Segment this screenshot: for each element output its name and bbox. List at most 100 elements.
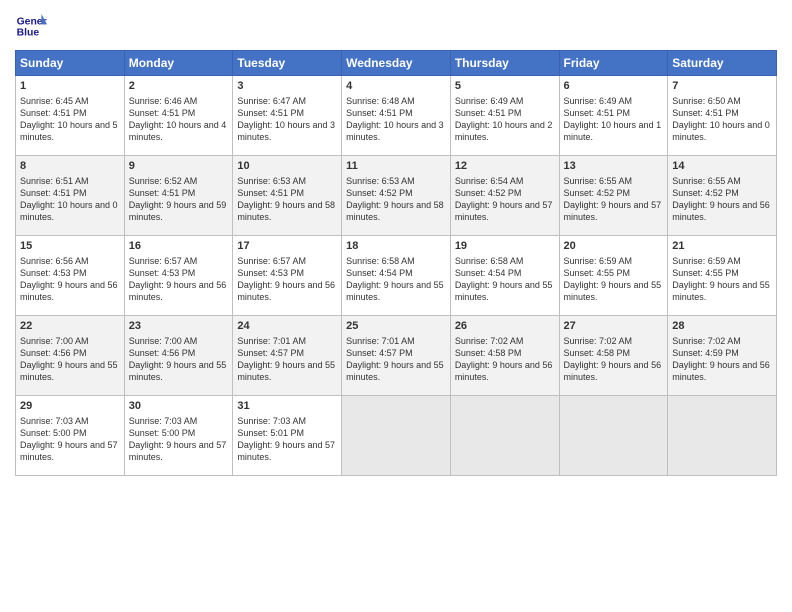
calendar-header-row: SundayMondayTuesdayWednesdayThursdayFrid… [16,51,777,76]
sunrise-label: Sunrise: 6:51 AM [20,176,89,186]
sunrise-label: Sunrise: 7:00 AM [129,336,198,346]
day-cell-8: 8Sunrise: 6:51 AMSunset: 4:51 PMDaylight… [16,156,125,236]
sunset-label: Sunset: 4:52 PM [564,188,631,198]
day-number: 7 [672,79,772,94]
day-cell-28: 28 Sunrise: 7:02 AM Sunset: 4:59 PM Dayligh… [668,316,777,396]
col-header-tuesday: Tuesday [233,51,342,76]
daylight-label: Daylight: 10 hours and 0 minutes. [20,200,118,222]
day-cell-31: 31 Sunrise: 7:03 AM Sunset: 5:01 PM Dayligh… [233,396,342,476]
sunrise-label: Sunrise: 6:49 AM [564,96,633,106]
day-number: 30 [129,399,229,414]
sunset-label: Sunset: 4:53 PM [20,268,87,278]
daylight-label: Daylight: 9 hours and 55 minutes. [455,280,553,302]
daylight-label: Daylight: 9 hours and 57 minutes. [564,200,662,222]
sunset-label: Sunset: 4:59 PM [672,348,739,358]
day-number: 27 [564,319,664,334]
col-header-sunday: Sunday [16,51,125,76]
day-number: 11 [346,159,446,174]
sunset-label: Sunset: 4:52 PM [455,188,522,198]
sunrise-label: Sunrise: 6:46 AM [129,96,198,106]
day-number: 16 [129,239,229,254]
day-cell-17: 17Sunrise: 6:57 AMSunset: 4:53 PMDayligh… [233,236,342,316]
day-cell-25: 25Sunrise: 7:01 AMSunset: 4:57 PMDayligh… [342,316,451,396]
day-number: 4 [346,79,446,94]
sunset-label: Sunset: 4:51 PM [564,108,631,118]
sunset-label: Sunset: 4:56 PM [20,348,87,358]
day-number: 24 [237,319,337,334]
day-cell-3: 3Sunrise: 6:47 AMSunset: 4:51 PMDaylight… [233,76,342,156]
day-number: 14 [672,159,772,174]
day-cell-4: 4Sunrise: 6:48 AMSunset: 4:51 PMDaylight… [342,76,451,156]
day-number: 17 [237,239,337,254]
day-number: 1 [20,79,120,94]
daylight-label: Daylight: 9 hours and 56 minutes. [672,360,770,382]
empty-cell [450,396,559,476]
day-number: 13 [564,159,664,174]
day-number: 5 [455,79,555,94]
day-cell-29: 29Sunrise: 7:03 AMSunset: 5:00 PMDayligh… [16,396,125,476]
empty-cell [559,396,668,476]
sunset-label: Sunset: 4:57 PM [237,348,304,358]
sunset-label: Sunset: 4:52 PM [672,188,739,198]
week-row-3: 15 Sunrise: 6:56 AM Sunset: 4:53 PM Dayligh… [16,236,777,316]
daylight-label: Daylight: 9 hours and 57 minutes. [20,440,118,462]
day-cell-14: 14Sunrise: 6:55 AMSunset: 4:52 PMDayligh… [668,156,777,236]
daylight-label: Daylight: 9 hours and 55 minutes. [346,360,444,382]
day-number: 23 [129,319,229,334]
sunrise-label: Sunrise: 6:56 AM [20,256,89,266]
sunrise-label: Sunrise: 6:59 AM [564,256,633,266]
day-number: 28 [672,319,772,334]
sunset-label: Sunset: 4:51 PM [237,188,304,198]
sunset-label: Sunset: 4:51 PM [129,108,196,118]
day-number: 15 [20,239,120,254]
day-cell-12: 12Sunrise: 6:54 AMSunset: 4:52 PMDayligh… [450,156,559,236]
day-cell-27: 27Sunrise: 7:02 AMSunset: 4:58 PMDayligh… [559,316,668,396]
sunset-label: Sunset: 4:51 PM [672,108,739,118]
daylight-label: Daylight: 9 hours and 58 minutes. [346,200,444,222]
sunset-label: Sunset: 5:01 PM [237,428,304,438]
daylight-label: Daylight: 10 hours and 5 minutes. [20,120,118,142]
sunrise-label: Sunrise: 6:59 AM [672,256,741,266]
day-number: 31 [237,399,337,414]
sunrise-label: Sunrise: 7:01 AM [346,336,415,346]
day-number: 20 [564,239,664,254]
sunrise-label: Sunrise: 6:58 AM [455,256,524,266]
sunrise-label: Sunrise: 7:01 AM [237,336,306,346]
daylight-label: Daylight: 9 hours and 57 minutes. [455,200,553,222]
sunrise-label: Sunrise: 7:00 AM [20,336,89,346]
sunrise-label: Sunrise: 7:03 AM [237,416,306,426]
week-row-4: 22Sunrise: 7:00 AMSunset: 4:56 PMDayligh… [16,316,777,396]
day-number: 9 [129,159,229,174]
day-number: 8 [20,159,120,174]
day-cell-15: 15Sunrise: 6:56 AMSunset: 4:53 PMDayligh… [16,236,125,316]
sunset-label: Sunset: 4:58 PM [455,348,522,358]
day-number: 21 [672,239,772,254]
daylight-label: Daylight: 9 hours and 55 minutes. [346,280,444,302]
sunset-label: Sunset: 4:51 PM [20,108,87,118]
day-number: 2 [129,79,229,94]
daylight-label: Daylight: 9 hours and 55 minutes. [20,360,118,382]
daylight-label: Daylight: 9 hours and 55 minutes. [672,280,770,302]
daylight-label: Daylight: 9 hours and 57 minutes. [237,440,335,462]
sunrise-label: Sunrise: 7:02 AM [672,336,741,346]
daylight-label: Daylight: 9 hours and 56 minutes. [455,360,553,382]
day-cell-5: 5Sunrise: 6:49 AMSunset: 4:51 PMDaylight… [450,76,559,156]
day-cell-30: 30Sunrise: 7:03 AMSunset: 5:00 PMDayligh… [124,396,233,476]
day-cell-1: 1Sunrise: 6:45 AMSunset: 4:51 PMDaylight… [16,76,125,156]
sunrise-label: Sunrise: 6:50 AM [672,96,741,106]
col-header-friday: Friday [559,51,668,76]
day-number: 25 [346,319,446,334]
day-cell-10: 10Sunrise: 6:53 AMSunset: 4:51 PMDayligh… [233,156,342,236]
day-cell-7: 7Sunrise: 6:50 AMSunset: 4:51 PMDaylight… [668,76,777,156]
sunrise-label: Sunrise: 6:57 AM [237,256,306,266]
calendar-table: SundayMondayTuesdayWednesdayThursdayFrid… [15,50,777,476]
week-row-2: 8 Sunrise: 6:51 AM Sunset: 4:51 PM Daylight… [16,156,777,236]
col-header-wednesday: Wednesday [342,51,451,76]
col-header-saturday: Saturday [668,51,777,76]
daylight-label: Daylight: 9 hours and 55 minutes. [129,360,227,382]
sunset-label: Sunset: 4:58 PM [564,348,631,358]
daylight-label: Daylight: 10 hours and 3 minutes. [346,120,444,142]
daylight-label: Daylight: 9 hours and 56 minutes. [672,200,770,222]
day-cell-9: 9Sunrise: 6:52 AMSunset: 4:51 PMDaylight… [124,156,233,236]
daylight-label: Daylight: 9 hours and 56 minutes. [129,280,227,302]
